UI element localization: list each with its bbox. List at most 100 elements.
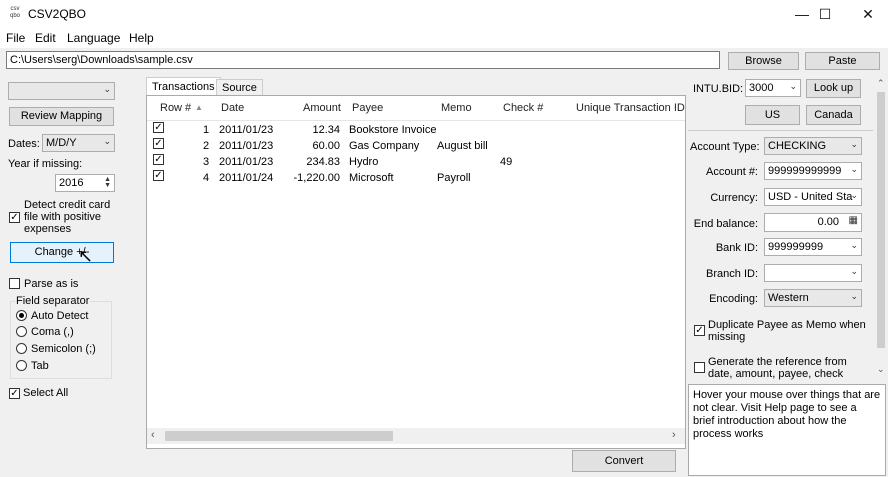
bank-id-select[interactable]: 999999999 ⌄ [764, 238, 862, 256]
row-memo: August bill [437, 140, 488, 152]
generate-reference-label: Generate the reference from date, amount… [708, 356, 847, 380]
account-number-label: Account #: [706, 166, 758, 178]
column-header[interactable]: Unique Transaction ID [576, 102, 685, 114]
intu-bid-label: INTU.BID: [693, 83, 744, 95]
look-up-button[interactable]: Look up [806, 79, 861, 98]
scroll-right-icon[interactable]: › [672, 429, 676, 441]
generate-reference-checkbox[interactable] [694, 362, 705, 373]
detect-cc-label: Detect credit card file with positive ex… [24, 199, 111, 235]
select-all-label: Select All [23, 387, 69, 399]
spin-icon[interactable]: ▲ ▼ [104, 176, 111, 189]
radio-semicolon[interactable] [16, 343, 27, 354]
parse-as-is-label: Parse as is [24, 278, 79, 290]
close-icon[interactable]: ✕ [845, 0, 888, 28]
year-value: 2016 [59, 177, 84, 189]
scroll-up-icon[interactable]: ⌃ [877, 78, 885, 89]
file-path-input[interactable]: C:\Users\serg\Downloads\sample.csv [6, 51, 720, 69]
encoding-value: Western [768, 292, 809, 304]
canada-button[interactable]: Canada [806, 105, 861, 125]
row-amount: 234.83 [306, 156, 340, 168]
row-date: 2011/01/23 [219, 140, 274, 152]
chevron-down-icon: ⌄ [850, 291, 858, 301]
radio-auto-detect[interactable] [16, 310, 27, 321]
bank-id-label: Bank ID: [715, 242, 758, 254]
row-date: 2011/01/24 [219, 172, 274, 184]
us-button[interactable]: US [745, 105, 800, 125]
column-header[interactable]: Check # [503, 102, 543, 114]
account-type-value: CHECKING [768, 140, 827, 152]
chevron-down-icon: ⌄ [103, 84, 111, 94]
row-payee: Microsoft [349, 172, 394, 184]
review-mapping-button[interactable]: Review Mapping [9, 107, 114, 126]
end-balance-value: 0.00 [817, 216, 839, 228]
scrollbar-thumb[interactable] [165, 431, 393, 441]
radio-coma[interactable] [16, 326, 27, 337]
row-checkbox[interactable]: ✓ [153, 138, 164, 149]
account-number-select[interactable]: 999999999999 ⌄ [764, 162, 862, 180]
column-header[interactable]: Date [221, 102, 244, 114]
year-label: Year if missing: [8, 158, 83, 170]
row-amount: 60.00 [312, 140, 340, 152]
account-type-select[interactable]: CHECKING ⌄ [764, 137, 862, 155]
account-type-label: Account Type: [690, 141, 760, 153]
row-payee: Hydro [349, 156, 379, 168]
sort-asc-icon: ▲ [195, 103, 203, 112]
menu-help[interactable]: Help [129, 31, 154, 45]
end-balance-input[interactable]: 0.00 ▦ [764, 213, 862, 232]
column-header[interactable]: Payee [352, 102, 383, 114]
calculator-icon[interactable]: ▦ [849, 215, 858, 226]
detect-cc-checkbox[interactable]: ✓ [9, 212, 20, 223]
tab-source[interactable]: Source [216, 79, 263, 96]
row-date: 2011/01/23 [219, 156, 274, 168]
dates-select[interactable]: M/D/Y ⌄ [42, 134, 115, 152]
duplicate-payee-checkbox[interactable]: ✓ [694, 325, 705, 336]
help-hint-box: Hover your mouse over things that are no… [688, 384, 886, 476]
menu-language[interactable]: Language [67, 31, 120, 45]
app-icon: csv qbo [9, 6, 20, 19]
radio-tab[interactable] [16, 360, 27, 371]
browse-button[interactable]: Browse [728, 52, 799, 70]
intu-bid-select[interactable]: 3000 ⌄ [745, 79, 801, 97]
menu-bar: File Edit Language Help [0, 28, 888, 48]
chevron-down-icon: ⌄ [850, 266, 858, 276]
row-checkbox[interactable]: ✓ [153, 154, 164, 165]
menu-file[interactable]: File [6, 31, 25, 45]
column-header[interactable]: Row # [160, 102, 191, 114]
row-number: 4 [203, 172, 210, 184]
chevron-down-icon: ⌄ [850, 190, 858, 200]
row-checkbox[interactable]: ✓ [153, 122, 164, 133]
mapping-select[interactable]: ⌄ [8, 82, 115, 100]
select-all-checkbox[interactable]: ✓ [9, 388, 20, 399]
column-header[interactable]: Memo [441, 102, 472, 114]
row-amount: -1,220.00 [293, 172, 340, 184]
row-amount: 12.34 [312, 124, 340, 136]
column-header[interactable]: Amount [303, 102, 341, 114]
encoding-select[interactable]: Western ⌄ [764, 289, 862, 307]
tab-transactions[interactable]: Transactions [146, 77, 221, 96]
vertical-scrollbar[interactable]: ⌃ ⌄ [874, 78, 888, 380]
year-stepper[interactable]: 2016 ▲ ▼ [55, 174, 115, 192]
parse-as-is-checkbox[interactable] [9, 278, 20, 289]
row-number: 1 [203, 124, 210, 136]
chevron-down-icon: ⌄ [789, 81, 797, 91]
scroll-down-icon[interactable]: ⌄ [877, 364, 885, 375]
chevron-down-icon: ⌄ [850, 164, 858, 174]
branch-id-select[interactable]: ⌄ [764, 264, 862, 282]
field-separator-label: Field separator [15, 295, 91, 307]
horizontal-scrollbar[interactable]: ‹ › [147, 428, 685, 444]
scroll-left-icon[interactable]: ‹ [151, 429, 155, 441]
scrollbar-thumb[interactable] [877, 92, 885, 348]
app-window: csv qbo CSV2QBO — ☐ ✕ File Edit Language … [0, 0, 888, 477]
row-checkbox[interactable]: ✓ [153, 170, 164, 181]
dates-value: M/D/Y [46, 137, 77, 149]
maximize-icon[interactable]: ☐ [802, 0, 848, 28]
duplicate-payee-label: Duplicate Payee as Memo when missing [708, 319, 866, 343]
end-balance-label: End balance: [693, 218, 758, 230]
row-date: 2011/01/23 [219, 124, 274, 136]
menu-edit[interactable]: Edit [35, 31, 56, 45]
row-payee: Gas Company [349, 140, 420, 152]
paste-button[interactable]: Paste [805, 52, 880, 70]
convert-button[interactable]: Convert [572, 450, 676, 472]
change-sign-button[interactable]: Change +/- [10, 242, 114, 263]
currency-select[interactable]: USD - United Sta ⌄ [764, 188, 862, 206]
